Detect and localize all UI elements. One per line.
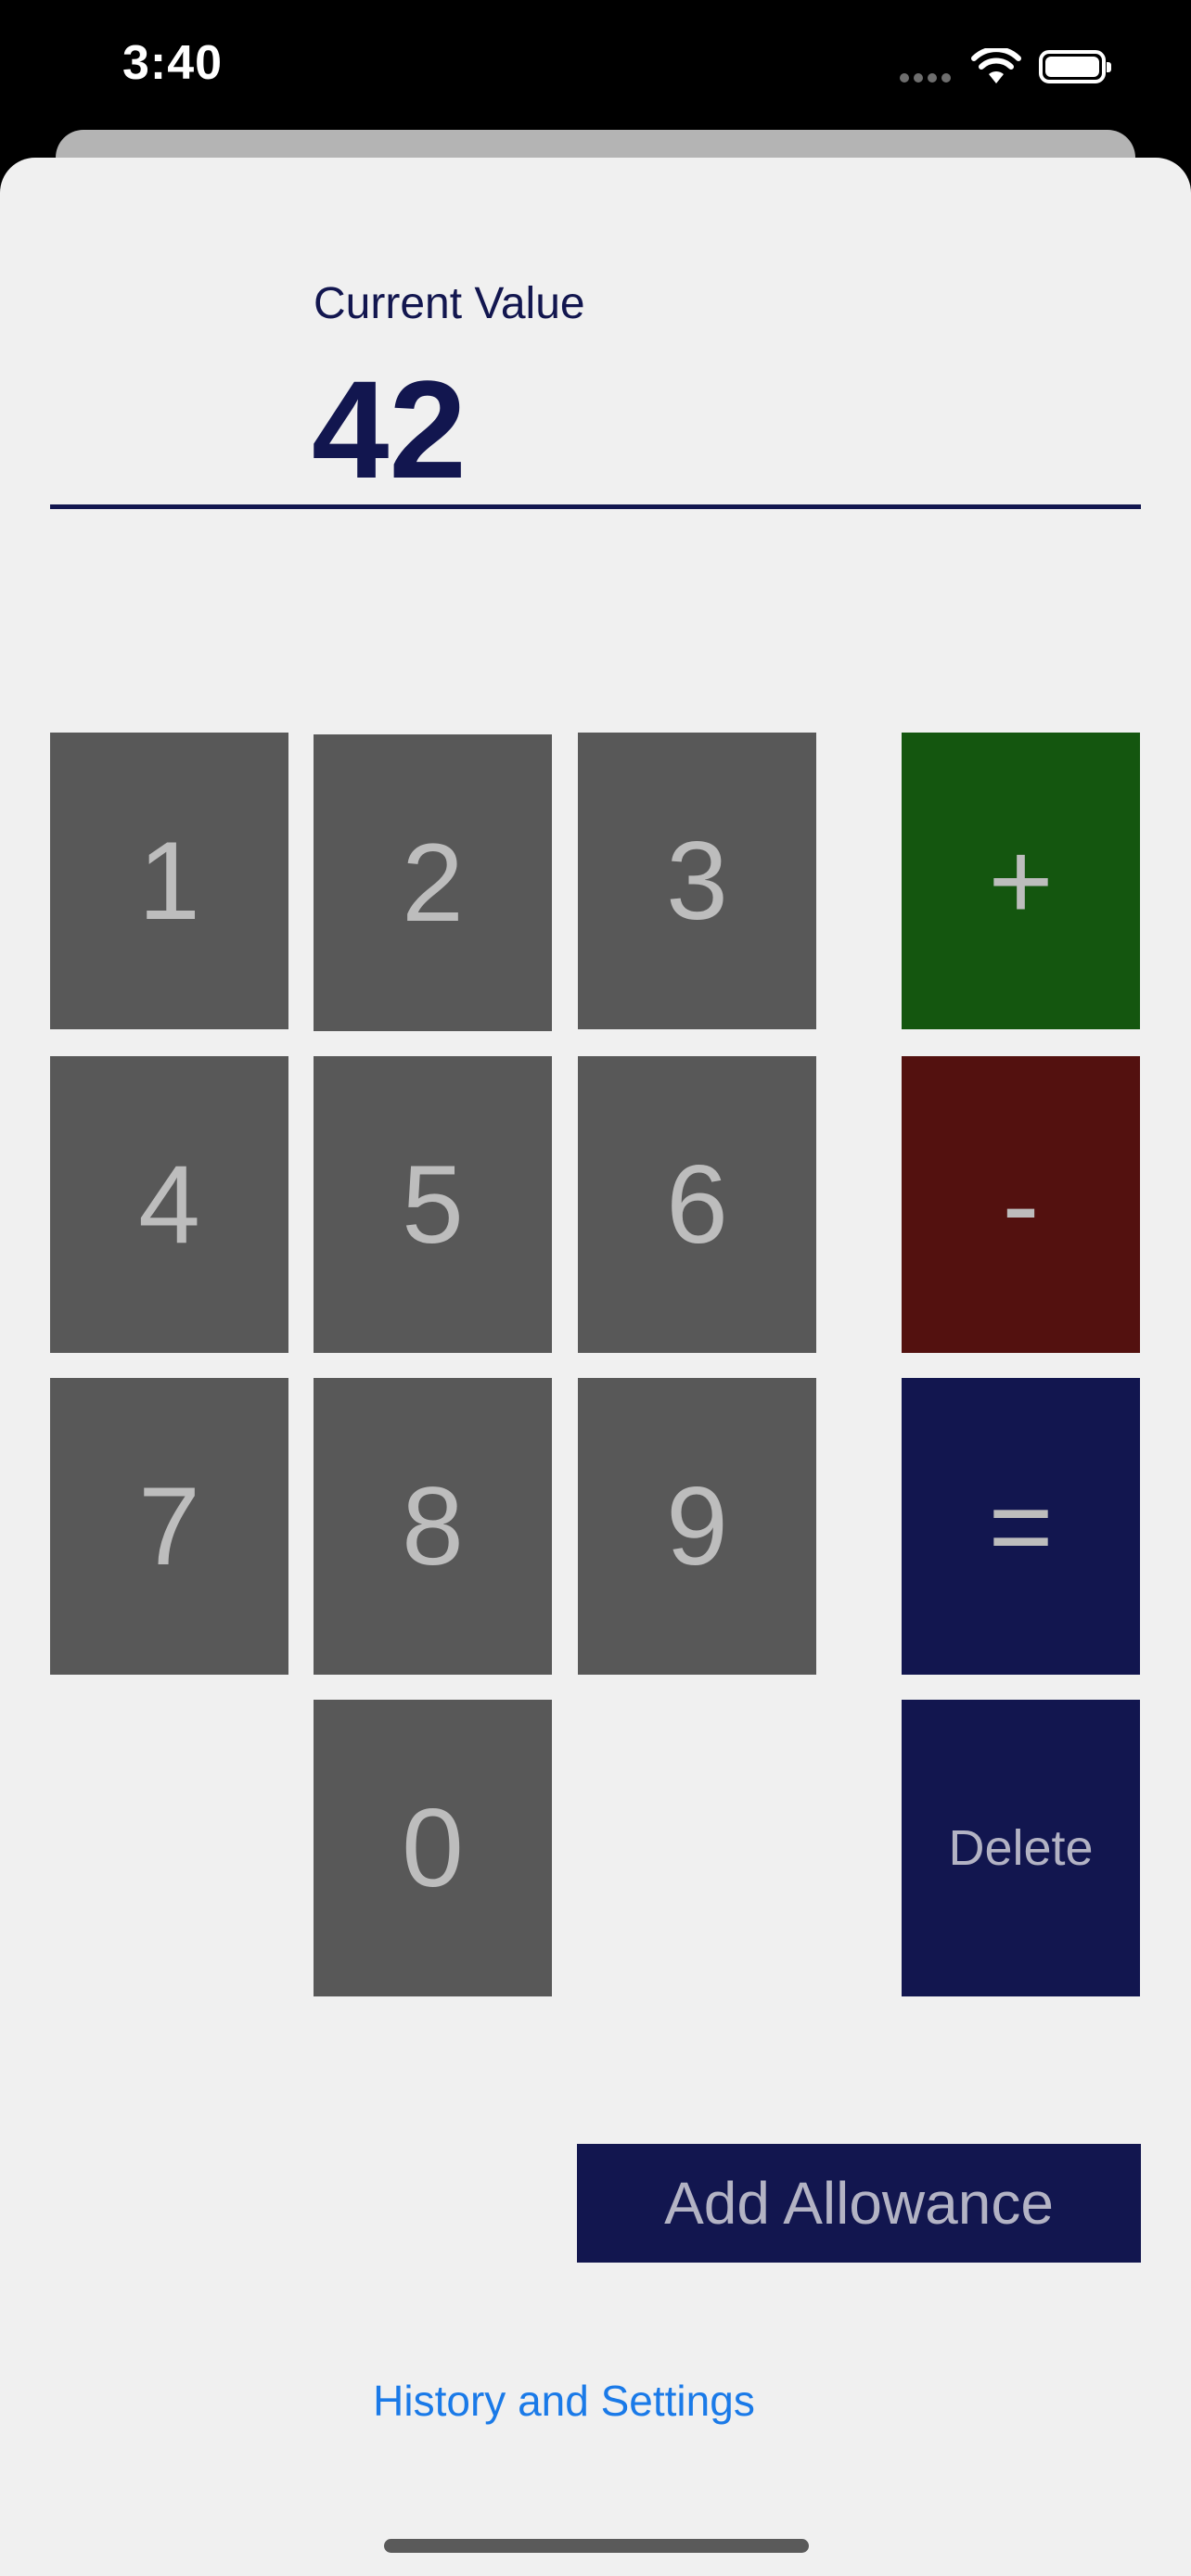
- cellular-signal-icon: [900, 70, 955, 87]
- key-6[interactable]: 6: [578, 1056, 816, 1353]
- key-0[interactable]: 0: [314, 1700, 552, 1996]
- key-9[interactable]: 9: [578, 1378, 816, 1675]
- current-value: 42: [312, 351, 467, 507]
- key-1[interactable]: 1: [50, 733, 288, 1029]
- add-button[interactable]: +: [902, 733, 1140, 1029]
- current-value-label: Current Value: [314, 279, 585, 328]
- equals-button[interactable]: =: [902, 1378, 1140, 1675]
- key-4[interactable]: 4: [50, 1056, 288, 1353]
- key-8[interactable]: 8: [314, 1378, 552, 1675]
- wifi-icon: [971, 48, 1021, 83]
- battery-icon: [1039, 50, 1111, 83]
- key-7[interactable]: 7: [50, 1378, 288, 1675]
- key-2[interactable]: 2: [314, 734, 552, 1031]
- add-allowance-button[interactable]: Add Allowance: [577, 2144, 1141, 2263]
- status-time: 3:40: [122, 36, 224, 90]
- delete-button[interactable]: Delete: [902, 1700, 1140, 1996]
- value-divider: [50, 504, 1141, 509]
- key-5[interactable]: 5: [314, 1056, 552, 1353]
- home-indicator: [384, 2539, 809, 2553]
- calculator-sheet: Current Value 42 1 2 3 4 5 6 7 8 9 0 + -…: [0, 158, 1191, 2576]
- key-3[interactable]: 3: [578, 733, 816, 1029]
- history-settings-link[interactable]: History and Settings: [0, 2376, 1128, 2426]
- status-bar: 3:40: [0, 0, 1191, 139]
- subtract-button[interactable]: -: [902, 1056, 1140, 1353]
